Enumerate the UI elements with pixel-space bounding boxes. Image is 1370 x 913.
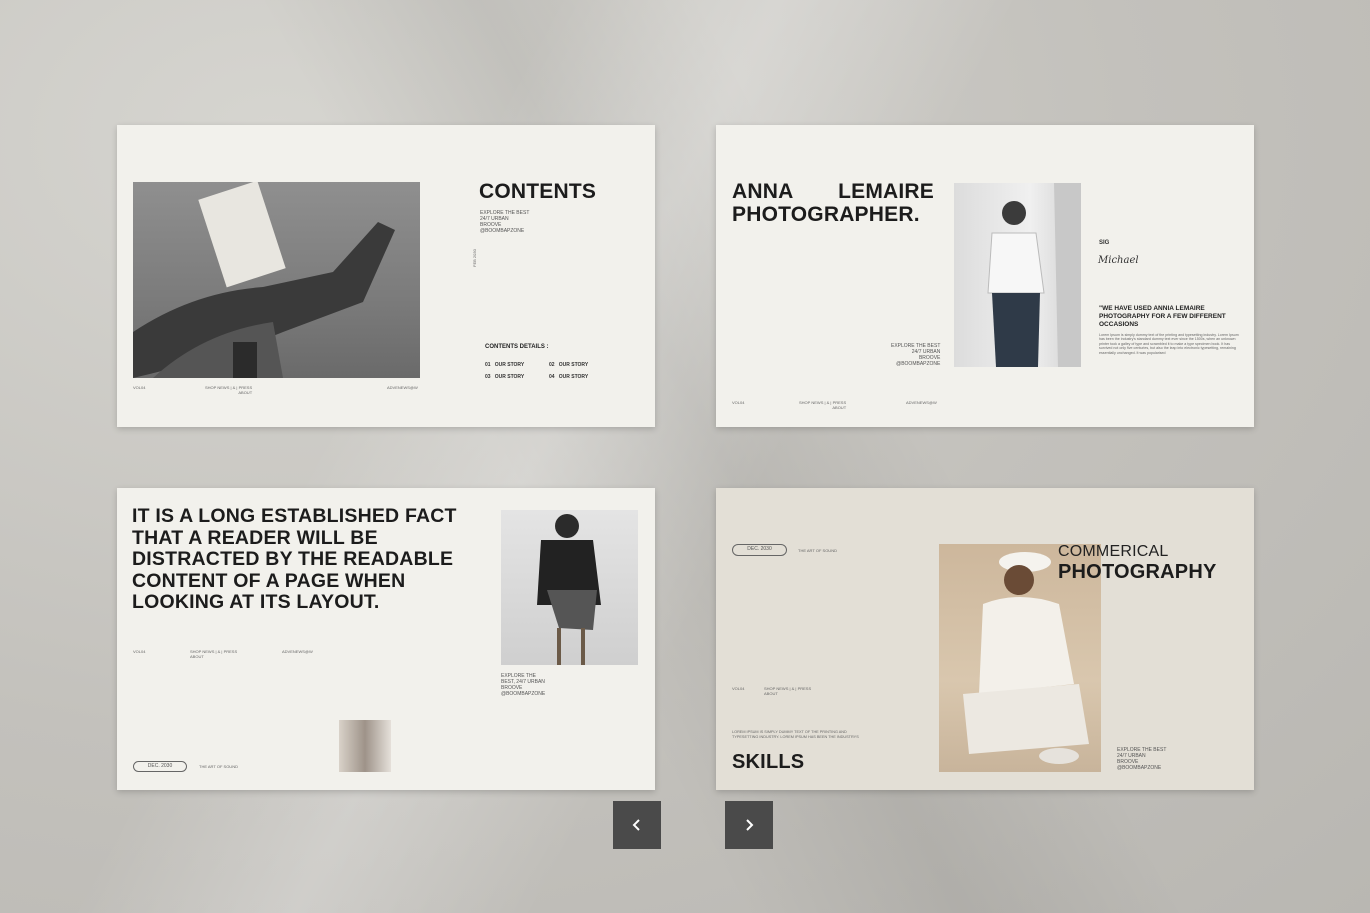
date-pill: DEC. 2030	[133, 761, 187, 772]
photo-man-portrait	[954, 183, 1081, 367]
contents-item[interactable]: 02 OUR STORY	[549, 362, 588, 368]
date-pill: DEC. 2030	[732, 544, 787, 556]
previous-button[interactable]	[613, 801, 661, 849]
commercial-title-line1: COMMERICAL	[1058, 543, 1169, 560]
pill-note: THE ART OF SOUND	[798, 548, 837, 553]
commercial-title-line2: PHOTOGRAPHY	[1058, 561, 1217, 583]
footer-handle: ADVENEWS@W	[906, 400, 937, 405]
footer-volume: VOL04	[133, 649, 146, 654]
contents-title: CONTENTS	[479, 180, 597, 203]
slide-contents[interactable]: CONTENTS EXPLORE THE BEST 24/7 URBAN BRO…	[117, 125, 655, 427]
chevron-right-icon	[746, 819, 754, 831]
pill-note: THE ART OF SOUND	[199, 764, 238, 769]
photographer-tagline: EXPLORE THE BEST 24/7 URBAN BROOVE @BOOM…	[891, 343, 941, 367]
contents-details-heading: CONTENTS DETAILS :	[485, 344, 549, 350]
slide-commercial[interactable]: DEC. 2030 THE ART OF SOUND COMMERICAL PH…	[716, 488, 1254, 790]
commercial-body: LOREM IPSUM IS SIMPLY DUMMY TEXT OF THE …	[732, 730, 859, 739]
signature: Michael	[1098, 255, 1139, 266]
contents-item[interactable]: 03 OUR STORY	[485, 374, 549, 380]
contents-item[interactable]: 04 OUR STORY	[549, 374, 588, 380]
footer-volume: VOL04	[133, 385, 146, 390]
contents-list: 01 OUR STORY 02 OUR STORY 03 OUR STORY 0…	[485, 362, 605, 380]
slide-statement[interactable]: IT IS A LONG ESTABLISHED FACT THAT A REA…	[117, 488, 655, 790]
photographer-title: ANNA LEMAIRE PHOTOGRAPHER.	[732, 180, 934, 226]
footer-links: SHOP NEWS | & | PRESS ABOUT	[190, 649, 238, 659]
photo-interior-thumbnail	[339, 720, 391, 772]
vertical-date: FEB 2030	[472, 249, 477, 267]
footer-handle: ADVENEWS@W	[387, 385, 418, 390]
statement-tagline: EXPLORE THE BEST, 24/7 URBAN BROOVE @BOO…	[501, 673, 546, 697]
footer-links: SHOP NEWS | & | PRESS ABOUT	[799, 400, 847, 410]
statement-headline: IT IS A LONG ESTABLISHED FACT THAT A REA…	[132, 505, 457, 613]
photo-boots-newspaper	[133, 182, 420, 378]
commercial-tagline: EXPLORE THE BEST 24/7 URBAN BROOVE @BOOM…	[1117, 747, 1167, 771]
testimonial-body: Lorem Ipsum is simply dummy text of the …	[1099, 333, 1239, 355]
contents-tagline: EXPLORE THE BEST 24/7 URBAN BROOVE @BOOM…	[480, 210, 530, 234]
photo-woman-seated	[501, 510, 638, 665]
footer-volume: VOL04	[732, 400, 745, 405]
chevron-left-icon	[632, 819, 640, 831]
signature-label: SIG	[1099, 240, 1110, 246]
footer-links: SHOP NEWS | & | PRESS ABOUT	[205, 385, 253, 395]
skills-title: SKILLS	[732, 751, 805, 773]
next-button[interactable]	[725, 801, 773, 849]
footer-volume: VOL04	[732, 686, 745, 691]
testimonial-quote: "WE HAVE USED ANNIA LEMAIRE PHOTOGRAPHY …	[1099, 305, 1226, 328]
footer-handle: ADVENEWS@W	[282, 649, 313, 654]
contents-item[interactable]: 01 OUR STORY	[485, 362, 549, 368]
slide-photographer[interactable]: ANNA LEMAIRE PHOTOGRAPHER. EXPLORE THE B…	[716, 125, 1254, 427]
footer-links: SHOP NEWS | & | PRESS ABOUT	[764, 686, 812, 696]
